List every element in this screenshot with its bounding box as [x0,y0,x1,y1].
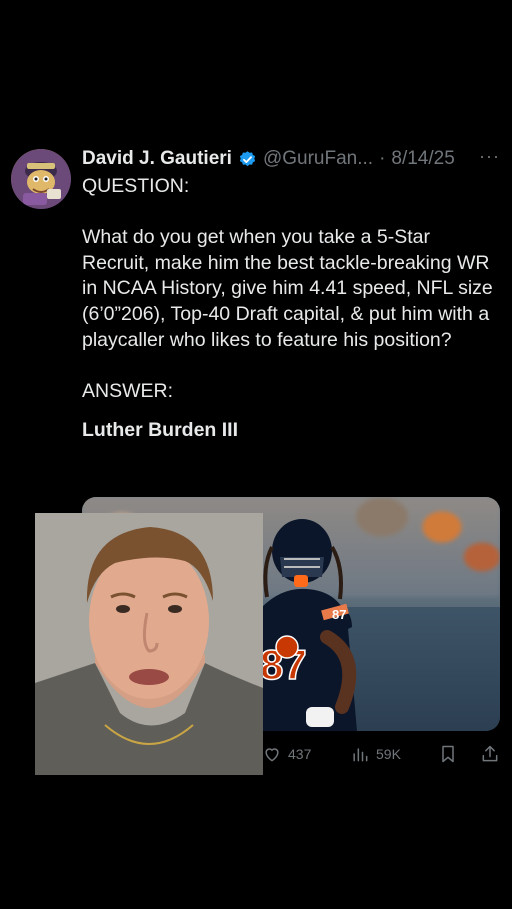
mascot-avatar-icon [11,149,71,209]
answer-label: ANSWER: [82,379,174,402]
question-label: QUESTION: [82,175,190,197]
tweet-actions: 437 59K [262,742,502,766]
bar-chart-icon [353,748,368,762]
face-cam-overlay [35,513,263,775]
answer-name: Luther Burden III [82,419,238,442]
share-button[interactable] [480,742,500,766]
like-button[interactable]: 437 [262,742,311,766]
views-button[interactable]: 59K [350,742,401,766]
separator-dot: · [379,148,386,169]
tweet-text: QUESTION: What do you get when you take … [82,174,502,444]
bookmark-icon [442,745,454,763]
tweet: David J. Gautieri @GuruFan... · 8/14/25 … [0,0,512,909]
heart-icon [265,748,279,762]
like-count: 437 [288,746,312,762]
jersey-shoulder-number: 87 [332,607,346,622]
share-icon [482,745,498,762]
more-options-icon[interactable]: ··· [479,146,500,167]
view-count: 59K [376,746,401,762]
bookmark-button[interactable] [438,742,458,766]
author-name[interactable]: David J. Gautieri [82,148,232,170]
streamer-face-illustration [35,513,263,775]
question-paragraph: What do you get when you take a 5-Star R… [82,226,493,351]
author-handle[interactable]: @GuruFan... [263,148,373,170]
verified-badge-icon [239,150,256,166]
tweet-date[interactable]: 8/14/25 [391,148,454,170]
avatar[interactable] [11,149,71,209]
tweet-header: David J. Gautieri @GuruFan... · 8/14/25 [82,146,502,172]
